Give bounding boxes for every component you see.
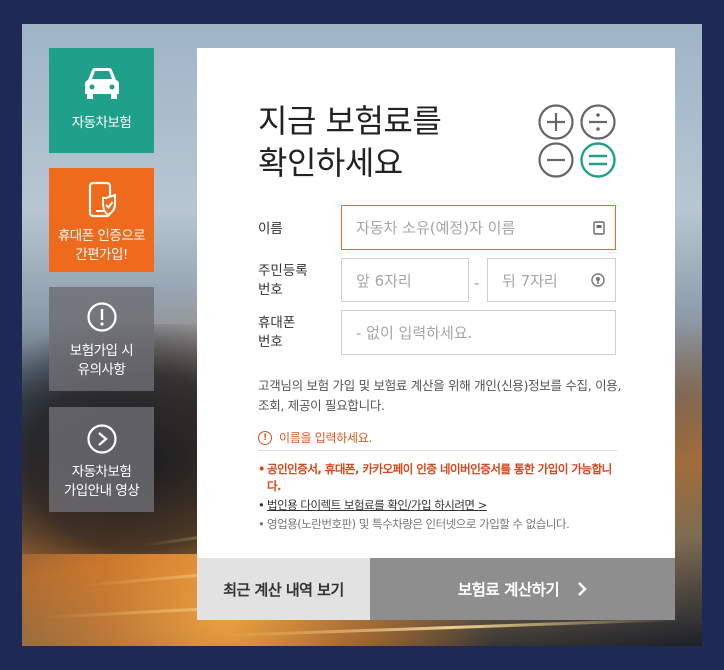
phone-placeholder: - 없이 입력하세요. — [356, 324, 473, 342]
phone-shield-icon — [88, 181, 116, 218]
bullet-auth: 공인인증서, 휴대폰, 카카오페이 인증 네이버인증서를 통한 가입이 가능합니… — [258, 461, 618, 495]
name-error: ! 이름을 입력하세요. — [258, 429, 372, 446]
chevron-right-icon — [578, 582, 587, 596]
info-bullets: 공인인증서, 휴대폰, 카카오페이 인증 네이버인증서를 통한 가입이 가능합니… — [258, 461, 618, 533]
title-line-2: 확인하세요 — [258, 144, 403, 182]
keypad-icon[interactable] — [593, 220, 605, 235]
bullet-restriction: 영업용(노란번호판) 및 특수차량은 인터넷으로 가입할 수 없습니다. — [258, 516, 618, 533]
phone-auth-button[interactable]: 휴대폰 인증으로 간편가입! — [49, 168, 154, 272]
play-circle-icon — [86, 424, 117, 454]
calculator-icon — [538, 104, 616, 178]
car-insurance-label: 자동차보험 — [71, 115, 132, 131]
phone-label-2: 번호 — [258, 334, 283, 350]
consent-notice: 고객님의 보험 가입 및 보험료 계산을 위해 개인(신용)정보를 수집, 이용… — [258, 378, 622, 413]
rrn-dash: - — [474, 274, 480, 292]
rrn-label-1: 주민등록 — [258, 263, 308, 279]
error-icon: ! — [258, 430, 272, 445]
video-guide-label-1: 자동차보험 — [71, 464, 132, 480]
error-text: 이름을 입력하세요. — [279, 431, 372, 445]
notice-label-2: 유의사항 — [77, 362, 126, 378]
video-guide-button[interactable]: 자동차보험 가입안내 영상 — [49, 407, 154, 512]
car-insurance-button[interactable]: 자동차보험 — [49, 48, 154, 153]
notice-button[interactable]: 보험가입 시 유의사항 — [49, 287, 154, 391]
rrn-front-input[interactable]: 앞 6자리 — [341, 258, 469, 302]
divider — [258, 450, 617, 451]
rrn-label-2: 번호 — [258, 282, 283, 298]
recent-history-button[interactable]: 최근 계산 내역 보기 — [197, 558, 370, 620]
page-title: 지금 보험료를 확인하세요 — [258, 100, 442, 184]
car-icon — [84, 68, 119, 99]
rrn-label: 주민등록 번호 — [258, 262, 308, 300]
name-placeholder: 자동차 소유(예정)자 이름 — [356, 219, 516, 237]
exclamation-circle-icon — [86, 302, 117, 332]
calculate-button[interactable]: 보험료 계산하기 — [370, 558, 675, 620]
phone-input[interactable]: - 없이 입력하세요. — [341, 310, 616, 355]
notice-label-1: 보험가입 시 — [69, 343, 134, 359]
name-label: 이름 — [258, 221, 283, 237]
calculate-label: 보험료 계산하기 — [457, 581, 560, 599]
light-streak — [221, 617, 682, 637]
secure-keypad-icon[interactable] — [591, 273, 605, 287]
phone-auth-label-2: 간편가입! — [75, 247, 128, 263]
phone-label-1: 휴대폰 — [258, 315, 296, 331]
title-line-1: 지금 보험료를 — [258, 102, 442, 140]
phone-auth-label-1: 휴대폰 인증으로 — [57, 228, 146, 244]
video-guide-label-2: 가입안내 영상 — [63, 483, 140, 499]
rrn-back-input[interactable]: 뒤 7자리 — [487, 258, 616, 302]
corporate-link[interactable]: 법인용 다이렉트 보험료를 확인/가입 하시려면 > — [258, 497, 618, 514]
quote-panel: 지금 보험료를 확인하세요 이름 자동차 소유(예정)자 이름 주민등록 번호 … — [197, 48, 675, 620]
name-input[interactable]: 자동차 소유(예정)자 이름 — [341, 205, 616, 250]
rrn-back-placeholder: 뒤 7자리 — [502, 271, 558, 290]
phone-label: 휴대폰 번호 — [258, 314, 295, 352]
rrn-front-placeholder: 앞 6자리 — [356, 271, 412, 290]
